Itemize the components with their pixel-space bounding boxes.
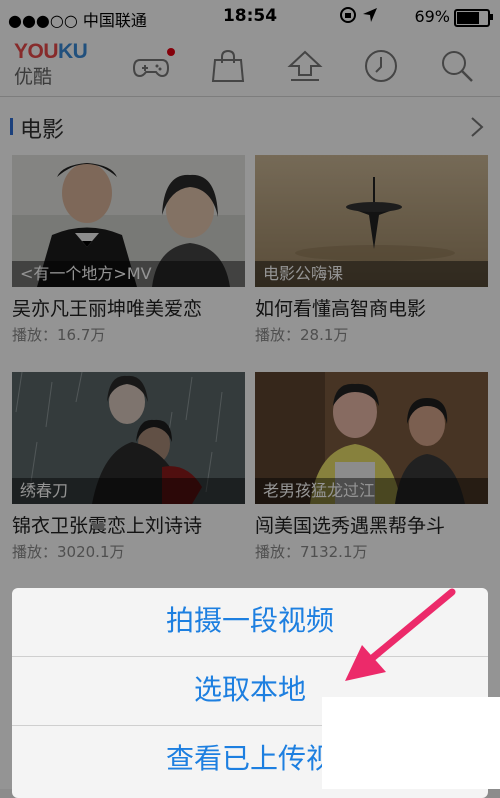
notification-dot	[167, 48, 175, 56]
battery-icon	[454, 9, 493, 27]
upload-icon[interactable]	[286, 48, 324, 84]
video-card[interactable]: 老男孩猛龙过江 闯美国选秀遇黑帮争斗 播放：7132.1万	[255, 372, 488, 562]
battery-percent: 69%	[414, 7, 450, 26]
video-thumbnail[interactable]: 绣春刀	[12, 372, 245, 504]
video-card[interactable]: 绣春刀 锦衣卫张震恋上刘诗诗 播放：3020.1万	[12, 372, 245, 562]
status-bar: ●●●○○ 中国联通 18:54 69%	[0, 0, 500, 34]
video-thumbnail[interactable]: <有一个地方>MV	[12, 155, 245, 287]
video-card[interactable]: 电影公嗨课 如何看懂高智商电影 播放：28.1万	[255, 155, 488, 345]
battery-fill	[457, 12, 480, 24]
thumbnail-caption: 电影公嗨课	[255, 261, 488, 287]
thumbnail-caption: <有一个地方>MV	[12, 261, 245, 287]
logo-part-a: YOU	[14, 40, 59, 63]
video-thumbnail[interactable]: 电影公嗨课	[255, 155, 488, 287]
app-header: YOUKU 优酷	[0, 34, 500, 97]
video-title[interactable]: 闯美国选秀遇黑帮争斗	[255, 511, 488, 538]
location-arrow-icon	[363, 8, 377, 22]
thumbnail-caption: 老男孩猛龙过江	[255, 478, 488, 504]
play-count: 播放：28.1万	[255, 326, 349, 344]
logo-chinese: 优酷	[14, 66, 53, 88]
search-icon[interactable]	[438, 48, 476, 84]
logo-wordmark: YOUKU	[14, 40, 94, 64]
play-count: 播放：7132.1万	[255, 543, 368, 561]
game-controller-icon[interactable]	[132, 48, 170, 84]
section-marker	[10, 118, 13, 135]
thumbnail-caption: 绣春刀	[12, 478, 245, 504]
youku-logo[interactable]: YOUKU 优酷	[14, 40, 94, 90]
status-icons	[339, 6, 378, 25]
record-video-option[interactable]: 拍摄一段视频	[12, 588, 488, 657]
rotation-lock-icon	[339, 7, 356, 23]
shopping-bag-icon[interactable]	[209, 48, 247, 84]
play-count: 播放：16.7万	[12, 326, 106, 344]
chevron-right-icon[interactable]	[470, 116, 484, 138]
video-title[interactable]: 锦衣卫张震恋上刘诗诗	[12, 511, 245, 538]
video-card[interactable]: <有一个地方>MV 吴亦凡王丽坤唯美爱恋 播放：16.7万	[12, 155, 245, 345]
play-count: 播放：3020.1万	[12, 543, 125, 561]
video-title[interactable]: 吴亦凡王丽坤唯美爱恋	[12, 294, 245, 321]
video-title[interactable]: 如何看懂高智商电影	[255, 294, 488, 321]
video-thumbnail[interactable]: 老男孩猛龙过江	[255, 372, 488, 504]
logo-part-b: KU	[58, 40, 88, 63]
section-title: 电影	[20, 118, 65, 143]
image-crop-patch	[322, 697, 500, 789]
movie-section-header[interactable]: 电影	[0, 104, 500, 146]
history-clock-icon[interactable]	[362, 48, 400, 84]
